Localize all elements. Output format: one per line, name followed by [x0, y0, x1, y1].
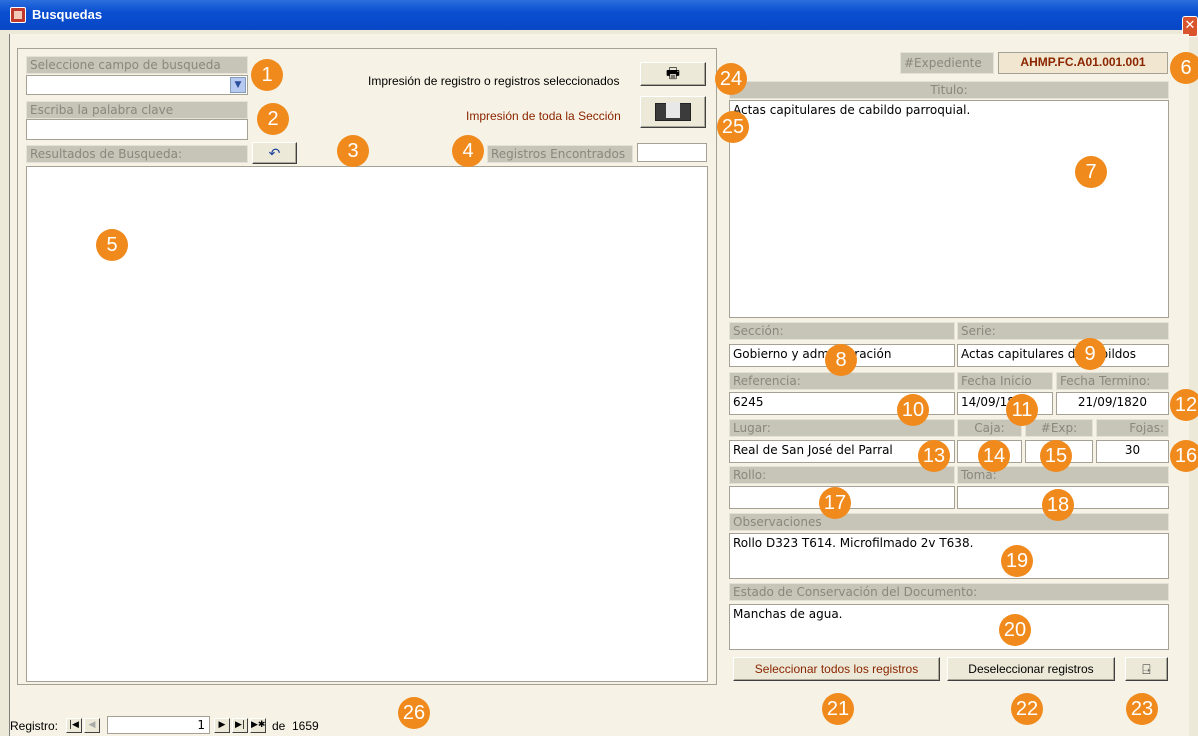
expediente-label: #Expediente: [900, 52, 994, 74]
fojas-field[interactable]: 30: [1096, 440, 1169, 463]
callout-badge-26: 26: [398, 697, 430, 729]
print-selected-button[interactable]: 🖶: [640, 62, 706, 86]
callout-badge-20: 20: [999, 614, 1031, 646]
callout-badge-18: 18: [1042, 489, 1074, 521]
fojas-label: Fojas:: [1096, 419, 1169, 437]
callout-badge-6: 6: [1170, 52, 1198, 84]
callout-badge-8: 8: [825, 344, 857, 376]
print-section-icon: [655, 102, 691, 121]
undo-icon: ↶: [268, 145, 281, 161]
callout-badge-17: 17: [819, 487, 851, 519]
estado-field[interactable]: Manchas de agua.: [729, 604, 1169, 650]
seccion-label: Sección:: [729, 322, 955, 340]
keyword-label: Escriba la palabra clave: [26, 101, 248, 119]
callout-badge-25: 25: [717, 111, 749, 143]
callout-badge-4: 4: [452, 135, 484, 167]
record-number-input[interactable]: 1: [107, 716, 210, 734]
fecha-termino-label: Fecha Termino:: [1056, 372, 1169, 390]
prev-record-button[interactable]: ◀: [84, 718, 100, 733]
title-bar: Busquedas ✕: [0, 0, 1198, 37]
exit-button[interactable]: ⍈: [1125, 657, 1168, 681]
callout-badge-2: 2: [257, 103, 289, 135]
callout-badge-1: 1: [251, 59, 283, 91]
new-record-button[interactable]: ▶✱: [250, 718, 266, 733]
expediente-value: AHMP.FC.A01.001.001: [998, 52, 1168, 74]
observaciones-field[interactable]: Rollo D323 T614. Microfilmado 2v T638.: [729, 533, 1169, 579]
deselect-button[interactable]: Deseleccionar registros: [947, 657, 1115, 681]
exit-door-icon: ⍈: [1142, 661, 1151, 677]
first-record-button[interactable]: |◀: [66, 718, 82, 733]
fecha-termino-field[interactable]: 21/09/1820: [1056, 392, 1169, 415]
serie-field[interactable]: Actas capitulares de cabildos: [957, 344, 1169, 367]
app-icon: [10, 7, 26, 23]
fecha-inicio-field[interactable]: 14/09/1820: [957, 392, 1053, 415]
callout-badge-12: 12: [1170, 389, 1198, 421]
last-record-button[interactable]: ▶|: [232, 718, 248, 733]
printer-icon: 🖶: [665, 65, 681, 82]
callout-badge-3: 3: [337, 135, 369, 167]
callout-badge-9: 9: [1074, 338, 1106, 370]
navigator-of-label: de: [272, 719, 286, 733]
callout-badge-10: 10: [897, 394, 929, 426]
callout-badge-22: 22: [1011, 693, 1043, 725]
window-title: Busquedas: [32, 7, 103, 22]
callout-badge-16: 16: [1170, 440, 1198, 472]
titulo-textarea[interactable]: Actas capitulares de cabildo parroquial.: [729, 100, 1169, 318]
busquedas-window: Busquedas ✕ Seleccione campo de busqueda…: [0, 0, 1198, 736]
print-section-button[interactable]: [640, 96, 706, 128]
callout-badge-19: 19: [1001, 545, 1033, 577]
fecha-inicio-label: Fecha Inicio: [957, 372, 1053, 390]
exp-label: #Exp:: [1025, 419, 1093, 437]
serie-label: Serie:: [957, 322, 1169, 340]
keyword-input[interactable]: [26, 119, 248, 140]
callout-badge-14: 14: [978, 440, 1010, 472]
print-selected-label: Impresión de registro o registros selecc…: [368, 74, 620, 88]
chevron-down-icon[interactable]: ▼: [230, 77, 246, 93]
print-section-label: Impresión de toda la Sección: [466, 109, 621, 123]
titulo-label: Titulo:: [729, 81, 1169, 99]
callout-badge-15: 15: [1040, 440, 1072, 472]
callout-badge-5: 5: [96, 229, 128, 261]
estado-label: Estado de Conservación del Documento:: [729, 583, 1169, 601]
results-label: Resultados de Busqueda:: [26, 145, 248, 163]
next-record-button[interactable]: ▶: [214, 718, 230, 733]
rollo-label: Rollo:: [729, 466, 955, 484]
navigator-total: 1659: [292, 719, 319, 733]
found-count: [637, 143, 707, 162]
navigator-label: Registro:: [10, 719, 59, 733]
callout-badge-11: 11: [1006, 394, 1038, 426]
select-all-button[interactable]: Seleccionar todos los registros: [733, 657, 940, 681]
callout-badge-23: 23: [1126, 693, 1158, 725]
callout-badge-7: 7: [1075, 156, 1107, 188]
callout-badge-13: 13: [918, 440, 950, 472]
results-list[interactable]: [26, 166, 708, 682]
callout-badge-21: 21: [822, 693, 854, 725]
observaciones-label: Observaciones: [729, 513, 1169, 531]
search-field-select[interactable]: ▼: [26, 75, 248, 95]
callout-badge-24: 24: [715, 63, 747, 95]
undo-button[interactable]: ↶: [252, 142, 297, 164]
search-field-label: Seleccione campo de busqueda: [26, 56, 248, 74]
found-label: Registros Encontrados: [487, 145, 633, 163]
